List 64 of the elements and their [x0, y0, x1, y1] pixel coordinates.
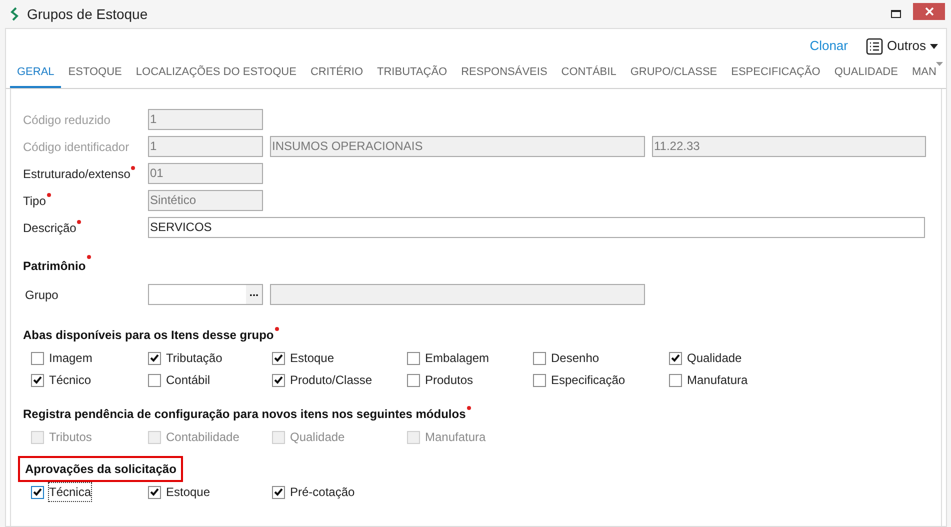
more-menu-button[interactable]: Outros — [866, 36, 938, 56]
tab[interactable]: ESTOQUE — [61, 62, 129, 88]
caret-icon — [930, 44, 938, 48]
text-field[interactable]: 01 — [148, 163, 263, 184]
checkbox[interactable]: Embalagem — [407, 349, 533, 367]
app-logo-icon — [10, 7, 19, 21]
field-label: Grupo — [24, 286, 60, 304]
clone-link[interactable]: Clonar — [810, 36, 848, 56]
section-title: Registra pendência de configuração para novos itens nos seguintes módulos — [18, 401, 476, 427]
checkbox[interactable]: Produtos — [407, 371, 533, 389]
section-title: Patrimônio — [23, 259, 91, 273]
checkbox[interactable]: Estoque — [148, 483, 272, 501]
tab[interactable]: MAN — [904, 62, 944, 88]
checkmark-icon — [274, 488, 283, 496]
close-button[interactable] — [913, 2, 945, 20]
field-label: Estruturado/extenso — [23, 164, 148, 182]
field-label: Descrição — [23, 218, 148, 236]
checkmark-icon — [274, 354, 283, 362]
checkbox[interactable]: Produto/Classe — [272, 371, 407, 389]
checkmark-icon — [274, 376, 283, 384]
tab[interactable]: LOCALIZAÇÕES DO ESTOQUE — [128, 62, 304, 88]
checkbox[interactable]: Estoque — [272, 349, 407, 367]
required-marker-icon — [274, 327, 279, 331]
tab[interactable]: ESPECIFICAÇÃO — [724, 62, 828, 88]
section-title: Aprovações da solicitação — [18, 456, 184, 482]
list-icon — [866, 38, 883, 54]
checkmark-icon — [33, 376, 42, 384]
required-marker-icon — [466, 406, 471, 410]
field-label: Tipo — [23, 192, 148, 210]
tab[interactable]: CONTÁBIL — [554, 62, 624, 88]
scroll-down-icon — [936, 62, 943, 66]
lookup-field[interactable]: ... — [148, 284, 263, 305]
checkbox[interactable]: Qualidade — [669, 349, 789, 367]
tab[interactable]: RESPONSÁVEIS — [454, 62, 554, 88]
checkmark-icon — [33, 488, 42, 496]
tab[interactable]: CRITÉRIO — [303, 62, 370, 88]
checkmark-icon — [671, 354, 680, 362]
text-field[interactable]: Sintético — [148, 190, 263, 211]
required-marker-icon — [86, 255, 91, 259]
checkmark-icon — [150, 354, 159, 362]
checkbox[interactable]: Técnica — [31, 483, 148, 501]
required-marker-icon — [131, 166, 136, 170]
checkbox[interactable]: Imagem — [31, 349, 148, 367]
required-marker-icon — [77, 220, 82, 224]
field-label: Código identificador — [23, 138, 130, 156]
required-marker-icon — [46, 192, 51, 196]
lookup-button[interactable]: ... — [246, 285, 262, 304]
close-icon — [924, 6, 934, 16]
text-field[interactable]: SERVICOS — [148, 217, 925, 238]
tab[interactable]: GERAL — [10, 62, 62, 88]
tab[interactable]: QUALIDADE — [827, 62, 905, 88]
checkbox[interactable]: Especificação — [533, 371, 669, 389]
checkmark-icon — [150, 488, 159, 496]
checkbox[interactable]: Contábil — [148, 371, 272, 389]
window-title: Grupos de Estoque — [27, 4, 148, 24]
checkbox[interactable]: Desenho — [533, 349, 669, 367]
tab[interactable]: TRIBUTAÇÃO — [370, 62, 454, 88]
checkbox[interactable]: Tributação — [148, 349, 272, 367]
checkbox[interactable]: Pré-cotação — [272, 483, 407, 501]
checkbox[interactable]: Manufatura — [669, 371, 789, 389]
section-title: Abas disponíveis para os Itens desse grupo — [18, 322, 284, 348]
checkbox[interactable]: Técnico — [31, 371, 148, 389]
field-label: Código reduzido — [23, 112, 112, 128]
tab[interactable]: GRUPO/CLASSE — [623, 62, 724, 88]
